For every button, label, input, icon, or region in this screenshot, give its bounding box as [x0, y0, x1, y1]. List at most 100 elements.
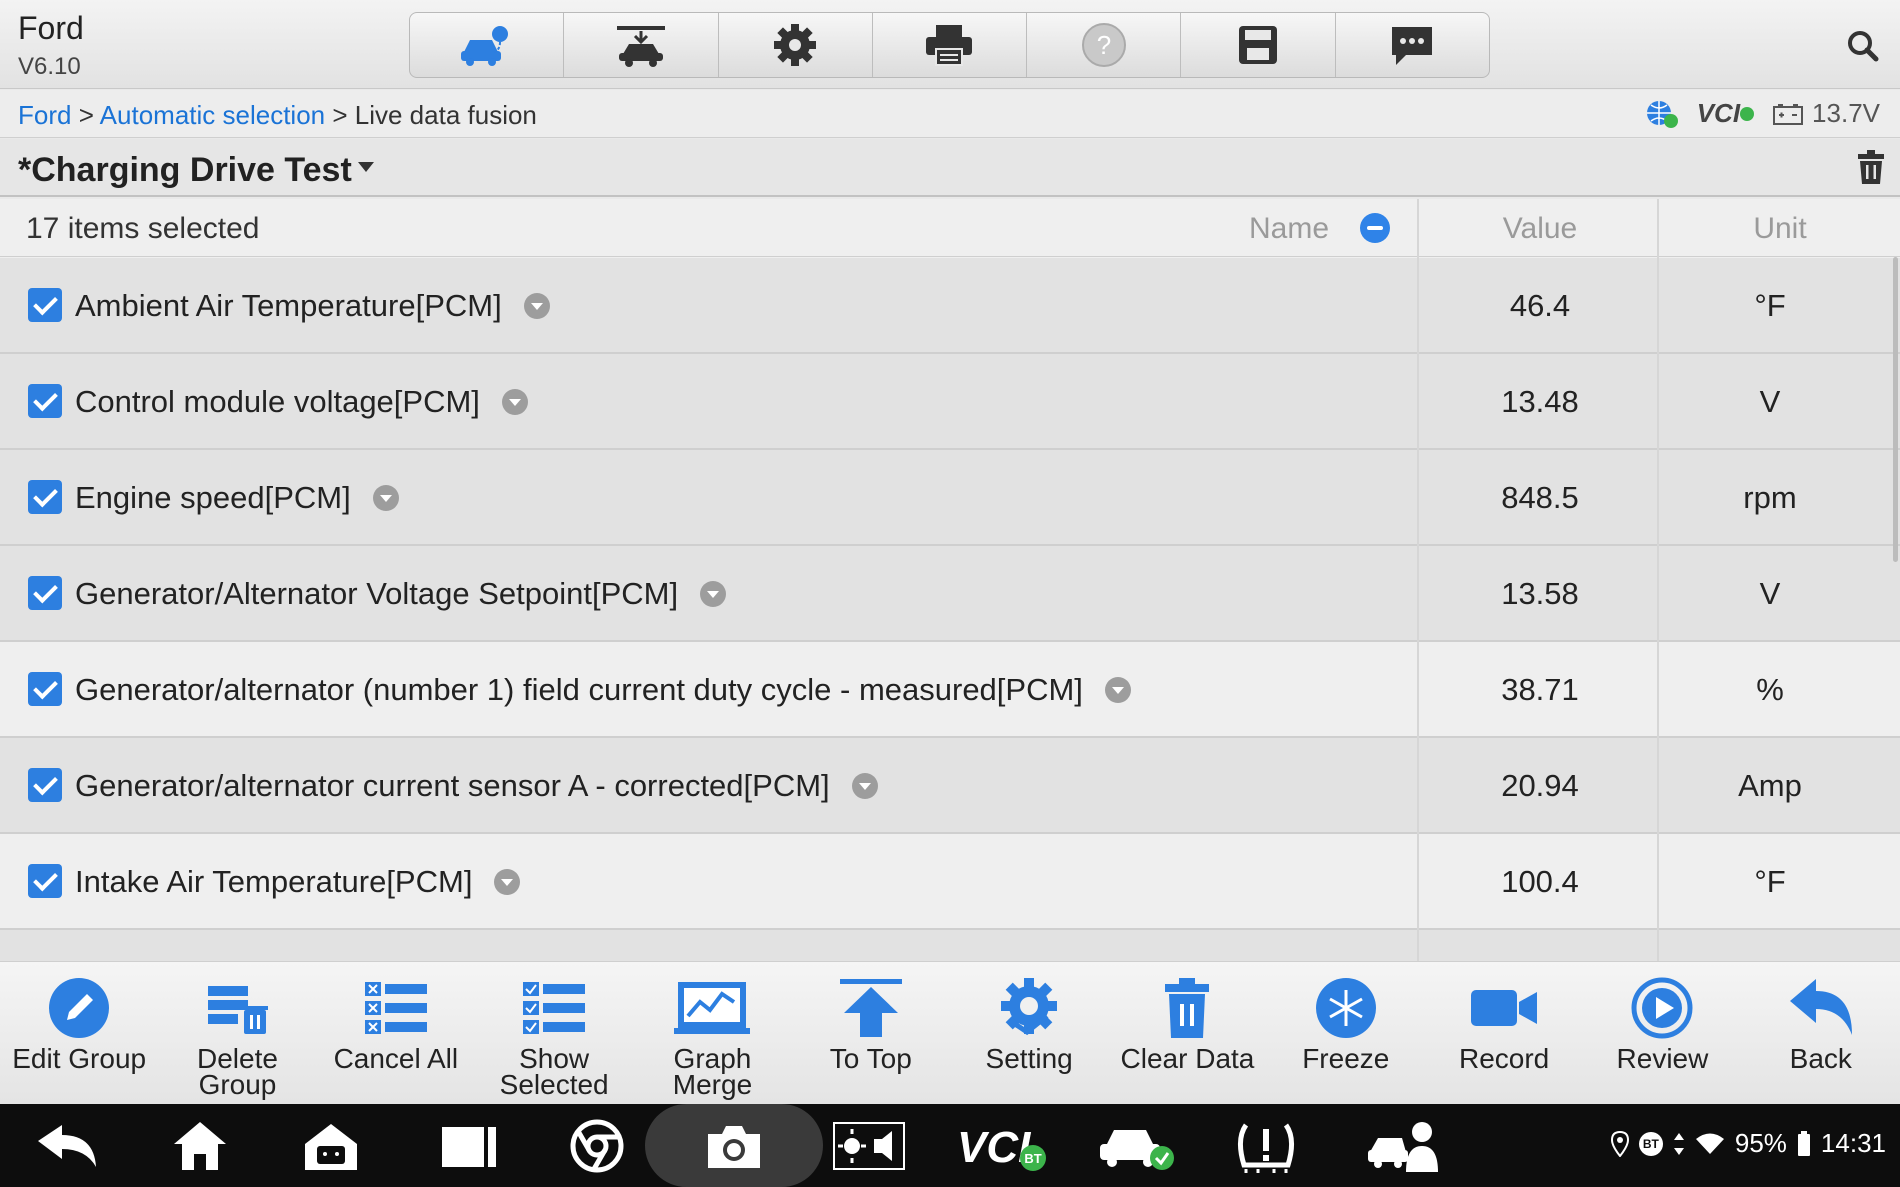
vehicle-make: Ford [18, 10, 84, 46]
graph-merge-icon [674, 982, 751, 1034]
svg-text:VCI: VCI [957, 1123, 1031, 1172]
row-value: 13.58 [1501, 576, 1579, 611]
column-header-name[interactable]: Name [1249, 212, 1329, 246]
help-button[interactable]: ? [1027, 13, 1182, 77]
row-dropdown-icon[interactable] [494, 869, 521, 895]
brightness-volume-button[interactable] [832, 1118, 906, 1174]
graph-merge-button[interactable]: Graph Merge [633, 962, 791, 1104]
printer-icon [926, 25, 973, 66]
delete-group-button[interactable]: Delete Group [158, 962, 316, 1104]
row-checkbox[interactable] [28, 480, 62, 514]
breadcrumb-current: Live data fusion [354, 100, 537, 130]
group-title[interactable]: *Charging Drive Test [18, 151, 352, 190]
camera-button[interactable] [704, 1118, 764, 1174]
help-icon: ? [1081, 23, 1126, 67]
row-name: Generator/Alternator Voltage Setpoint[PC… [75, 576, 727, 612]
row-name-text: Ambient Air Temperature[PCM] [75, 288, 502, 323]
clock: 14:31 [1820, 1128, 1886, 1158]
vci-bt-button[interactable]: VCI BT [955, 1118, 1049, 1174]
row-checkbox[interactable] [28, 576, 62, 610]
nav-recents-button[interactable] [440, 1118, 498, 1174]
settings-button[interactable] [719, 13, 873, 77]
data-arrows-icon [1673, 1132, 1684, 1155]
edit-group-label: Edit Group [12, 1043, 147, 1074]
column-divider [1417, 199, 1419, 961]
vehicle-lift-button[interactable] [564, 13, 719, 77]
breadcrumb-ford[interactable]: Ford [18, 100, 71, 130]
table-row[interactable]: Control module voltage[PCM] 13.48 V [0, 354, 1900, 450]
row-value: 100.4 [1501, 864, 1579, 899]
live-data-table: 17 items selected Name Value Unit Ambien… [0, 199, 1900, 961]
row-unit: rpm [1743, 480, 1797, 515]
row-dropdown-icon[interactable] [372, 485, 399, 511]
selected-count: 17 items selected [26, 212, 260, 245]
clear-data-button[interactable]: Clear Data [1108, 962, 1266, 1104]
cancel-all-button[interactable]: Cancel All [317, 962, 475, 1104]
row-value: 20.94 [1501, 768, 1579, 803]
review-button[interactable]: Review [1583, 962, 1741, 1104]
chevron-down-icon[interactable] [358, 162, 374, 172]
freeze-button[interactable]: Freeze [1267, 962, 1425, 1104]
row-name-text: Generator/alternator (number 1) field cu… [75, 672, 1083, 707]
to-top-button[interactable]: To Top [792, 962, 950, 1104]
row-name: Generator/alternator current sensor A - … [75, 768, 878, 804]
row-checkbox[interactable] [28, 672, 62, 706]
nav-autel-home-button[interactable] [303, 1118, 359, 1174]
row-dropdown-icon[interactable] [1104, 677, 1131, 703]
show-selected-button[interactable]: Show Selected [475, 962, 633, 1104]
save-button[interactable] [1181, 13, 1336, 77]
search-button[interactable] [1845, 28, 1881, 64]
delete-button[interactable] [1858, 150, 1884, 189]
system-status: BT 95% 14:31 [1610, 1128, 1886, 1159]
pencil-icon [49, 978, 110, 1038]
table-row[interactable]: Generator/alternator (number 1) field cu… [0, 642, 1900, 738]
table-row[interactable]: Ambient Air Temperature[PCM] 46.4 °F [0, 258, 1900, 354]
table-row[interactable]: Generator/alternator current sensor A - … [0, 738, 1900, 834]
play-circle-icon [1631, 977, 1693, 1039]
back-button[interactable]: Back [1742, 962, 1900, 1104]
table-row[interactable]: Intake Air Temperature[PCM] 100.4 °F [0, 834, 1900, 930]
camera-icon [708, 1126, 760, 1168]
setting-button[interactable]: Setting [950, 962, 1108, 1104]
car-battery-icon [1773, 103, 1804, 125]
clear-trash-icon [1165, 978, 1210, 1038]
nav-browser-button[interactable] [570, 1118, 624, 1174]
android-home-icon [305, 1124, 357, 1170]
battery-icon [1797, 1130, 1810, 1156]
save-icon [1239, 26, 1278, 64]
vehicle-lift-icon [616, 26, 665, 67]
bluetooth-badge: BT [1638, 1131, 1663, 1156]
breadcrumb-bar: Ford > Automatic selection > Live data f… [0, 90, 1900, 138]
messages-button[interactable] [1336, 13, 1489, 77]
table-row[interactable]: Generator/Alternator Voltage Setpoint[PC… [0, 546, 1900, 642]
nav-home-button[interactable] [172, 1118, 228, 1174]
vehicle-diagnostics-button[interactable] [410, 13, 565, 77]
nav-back-button[interactable] [36, 1118, 98, 1174]
record-button[interactable]: Record [1425, 962, 1583, 1104]
settings-gear-icon [774, 24, 817, 66]
row-value: 848.5 [1501, 480, 1579, 515]
row-checkbox[interactable] [28, 864, 62, 898]
table-header: 17 items selected Name Value Unit [0, 199, 1900, 257]
vehicle-connected-button[interactable] [1096, 1118, 1176, 1174]
tpms-button[interactable] [1232, 1118, 1300, 1174]
table-row[interactable]: Engine speed[PCM] 848.5 rpm [0, 450, 1900, 546]
sort-icon[interactable] [1360, 213, 1390, 243]
row-checkbox[interactable] [28, 288, 62, 322]
freeze-label: Freeze [1302, 1043, 1390, 1074]
row-dropdown-icon[interactable] [523, 293, 550, 319]
row-checkbox[interactable] [28, 768, 62, 802]
scrollbar[interactable] [1893, 257, 1898, 562]
print-button[interactable] [873, 13, 1028, 77]
edit-group-button[interactable]: Edit Group [0, 962, 158, 1104]
row-dropdown-icon[interactable] [501, 389, 528, 415]
row-dropdown-icon[interactable] [700, 581, 727, 607]
row-checkbox[interactable] [28, 384, 62, 418]
row-dropdown-icon[interactable] [851, 773, 878, 799]
row-unit: Amp [1738, 768, 1802, 803]
video-camera-icon [1471, 990, 1538, 1026]
row-value: 38.71 [1501, 672, 1579, 707]
group-title-bar: *Charging Drive Test [0, 139, 1900, 197]
service-button[interactable] [1366, 1118, 1442, 1174]
breadcrumb-automatic-selection[interactable]: Automatic selection [100, 100, 325, 130]
